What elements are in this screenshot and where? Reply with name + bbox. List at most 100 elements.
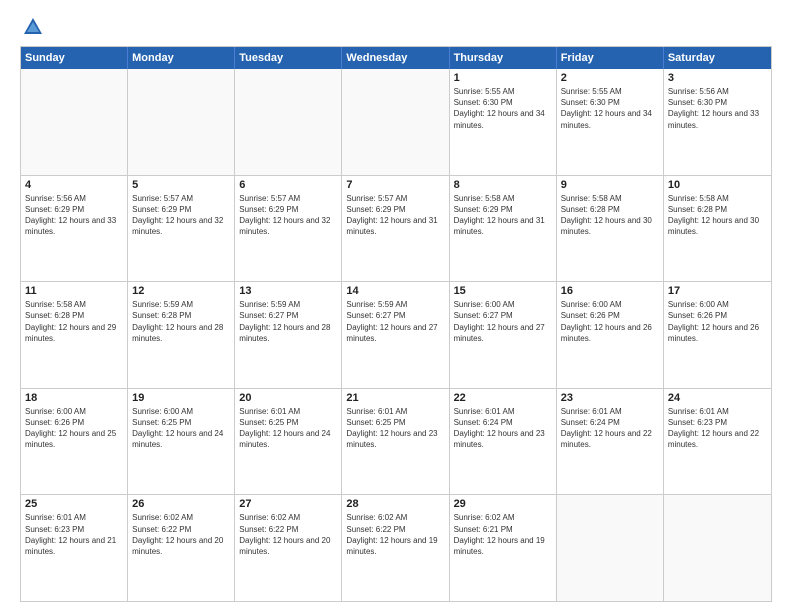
day-number: 29 [454,498,552,510]
cal-cell: 4 Sunrise: 5:56 AMSunset: 6:29 PMDaylight… [21,176,128,282]
day-info: Sunrise: 6:01 AMSunset: 6:23 PMDaylight:… [25,512,123,557]
cal-cell: 8 Sunrise: 5:58 AMSunset: 6:29 PMDaylight… [450,176,557,282]
cal-cell [21,69,128,175]
cal-cell [557,495,664,601]
cal-cell: 12 Sunrise: 5:59 AMSunset: 6:28 PMDayligh… [128,282,235,388]
logo-text [20,16,46,38]
day-number: 10 [668,179,767,191]
cal-cell: 20 Sunrise: 6:01 AMSunset: 6:25 PMDayligh… [235,389,342,495]
day-info: Sunrise: 6:00 AMSunset: 6:27 PMDaylight:… [454,299,552,344]
header-day-thursday: Thursday [450,47,557,69]
day-info: Sunrise: 5:59 AMSunset: 6:27 PMDaylight:… [239,299,337,344]
cal-cell: 25Sunrise: 6:01 AMSunset: 6:23 PMDayligh… [21,495,128,601]
cal-cell: 10 Sunrise: 5:58 AMSunset: 6:28 PMDayligh… [664,176,771,282]
day-number: 20 [239,392,337,404]
day-number: 23 [561,392,659,404]
cal-cell: 14Sunrise: 5:59 AMSunset: 6:27 PMDayligh… [342,282,449,388]
logo-icon [22,16,44,38]
day-number: 18 [25,392,123,404]
day-number: 22 [454,392,552,404]
calendar-row-2: 4 Sunrise: 5:56 AMSunset: 6:29 PMDaylight… [21,175,771,282]
cal-cell: 13 Sunrise: 5:59 AMSunset: 6:27 PMDayligh… [235,282,342,388]
cal-cell [128,69,235,175]
day-info: Sunrise: 5:58 AMSunset: 6:28 PMDaylight:… [668,193,767,238]
calendar-row-3: 11 Sunrise: 5:58 AMSunset: 6:28 PMDayligh… [21,281,771,388]
day-info: Sunrise: 5:55 AMSunset: 6:30 PMDaylight:… [454,86,552,131]
day-number: 9 [561,179,659,191]
cal-cell: 18 Sunrise: 6:00 AMSunset: 6:26 PMDayligh… [21,389,128,495]
day-number: 19 [132,392,230,404]
day-info: Sunrise: 5:58 AMSunset: 6:29 PMDaylight:… [454,193,552,238]
day-info: Sunrise: 6:00 AMSunset: 6:26 PMDaylight:… [668,299,767,344]
cal-cell: 26Sunrise: 6:02 AMSunset: 6:22 PMDayligh… [128,495,235,601]
day-number: 11 [25,285,123,297]
day-info: Sunrise: 6:01 AMSunset: 6:24 PMDaylight:… [454,406,552,451]
cal-cell: 3 Sunrise: 5:56 AMSunset: 6:30 PMDaylight… [664,69,771,175]
day-number: 15 [454,285,552,297]
cal-cell [342,69,449,175]
day-info: Sunrise: 5:59 AMSunset: 6:27 PMDaylight:… [346,299,444,344]
calendar-body: 1 Sunrise: 5:55 AMSunset: 6:30 PMDaylight… [21,69,771,601]
cal-cell: 23 Sunrise: 6:01 AMSunset: 6:24 PMDayligh… [557,389,664,495]
day-info: Sunrise: 6:01 AMSunset: 6:24 PMDaylight:… [561,406,659,451]
day-info: Sunrise: 5:57 AMSunset: 6:29 PMDaylight:… [346,193,444,238]
calendar-row-5: 25Sunrise: 6:01 AMSunset: 6:23 PMDayligh… [21,494,771,601]
day-info: Sunrise: 5:55 AMSunset: 6:30 PMDaylight:… [561,86,659,131]
day-number: 17 [668,285,767,297]
day-number: 21 [346,392,444,404]
header-day-monday: Monday [128,47,235,69]
cal-cell: 2 Sunrise: 5:55 AMSunset: 6:30 PMDaylight… [557,69,664,175]
day-number: 8 [454,179,552,191]
day-number: 1 [454,72,552,84]
day-number: 27 [239,498,337,510]
day-info: Sunrise: 6:00 AMSunset: 6:26 PMDaylight:… [25,406,123,451]
cal-cell: 17 Sunrise: 6:00 AMSunset: 6:26 PMDayligh… [664,282,771,388]
day-info: Sunrise: 5:57 AMSunset: 6:29 PMDaylight:… [239,193,337,238]
day-number: 16 [561,285,659,297]
header-day-saturday: Saturday [664,47,771,69]
calendar-header: SundayMondayTuesdayWednesdayThursdayFrid… [21,47,771,69]
cal-cell: 19Sunrise: 6:00 AMSunset: 6:25 PMDayligh… [128,389,235,495]
day-info: Sunrise: 6:02 AMSunset: 6:22 PMDaylight:… [132,512,230,557]
cal-cell: 22 Sunrise: 6:01 AMSunset: 6:24 PMDayligh… [450,389,557,495]
day-number: 7 [346,179,444,191]
day-number: 28 [346,498,444,510]
day-number: 4 [25,179,123,191]
header [20,16,772,38]
day-number: 2 [561,72,659,84]
day-number: 24 [668,392,767,404]
cal-cell: 28 Sunrise: 6:02 AMSunset: 6:22 PMDayligh… [342,495,449,601]
cal-cell: 29 Sunrise: 6:02 AMSunset: 6:21 PMDayligh… [450,495,557,601]
day-info: Sunrise: 5:56 AMSunset: 6:30 PMDaylight:… [668,86,767,131]
calendar: SundayMondayTuesdayWednesdayThursdayFrid… [20,46,772,602]
day-info: Sunrise: 6:02 AMSunset: 6:21 PMDaylight:… [454,512,552,557]
cal-cell: 1 Sunrise: 5:55 AMSunset: 6:30 PMDaylight… [450,69,557,175]
day-info: Sunrise: 5:58 AMSunset: 6:28 PMDaylight:… [25,299,123,344]
calendar-row-1: 1 Sunrise: 5:55 AMSunset: 6:30 PMDaylight… [21,69,771,175]
page: SundayMondayTuesdayWednesdayThursdayFrid… [0,0,792,612]
cal-cell [235,69,342,175]
cal-cell: 24 Sunrise: 6:01 AMSunset: 6:23 PMDayligh… [664,389,771,495]
logo [20,16,46,38]
header-day-tuesday: Tuesday [235,47,342,69]
day-info: Sunrise: 5:58 AMSunset: 6:28 PMDaylight:… [561,193,659,238]
day-info: Sunrise: 5:56 AMSunset: 6:29 PMDaylight:… [25,193,123,238]
day-number: 6 [239,179,337,191]
cal-cell: 27 Sunrise: 6:02 AMSunset: 6:22 PMDayligh… [235,495,342,601]
cal-cell: 7 Sunrise: 5:57 AMSunset: 6:29 PMDaylight… [342,176,449,282]
day-info: Sunrise: 6:01 AMSunset: 6:23 PMDaylight:… [668,406,767,451]
cal-cell: 21 Sunrise: 6:01 AMSunset: 6:25 PMDayligh… [342,389,449,495]
day-info: Sunrise: 6:02 AMSunset: 6:22 PMDaylight:… [239,512,337,557]
day-info: Sunrise: 5:59 AMSunset: 6:28 PMDaylight:… [132,299,230,344]
header-day-sunday: Sunday [21,47,128,69]
day-info: Sunrise: 6:01 AMSunset: 6:25 PMDaylight:… [346,406,444,451]
day-info: Sunrise: 6:02 AMSunset: 6:22 PMDaylight:… [346,512,444,557]
cal-cell: 11 Sunrise: 5:58 AMSunset: 6:28 PMDayligh… [21,282,128,388]
day-number: 12 [132,285,230,297]
cal-cell: 16Sunrise: 6:00 AMSunset: 6:26 PMDayligh… [557,282,664,388]
day-number: 13 [239,285,337,297]
day-info: Sunrise: 6:01 AMSunset: 6:25 PMDaylight:… [239,406,337,451]
cal-cell: 15 Sunrise: 6:00 AMSunset: 6:27 PMDayligh… [450,282,557,388]
day-number: 3 [668,72,767,84]
cal-cell [664,495,771,601]
